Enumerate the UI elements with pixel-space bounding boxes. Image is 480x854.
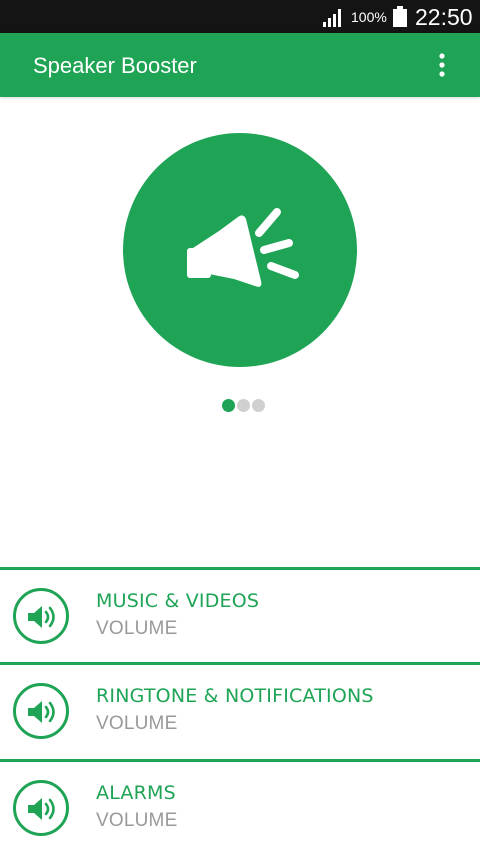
speaker-icon-button[interactable] <box>13 780 69 836</box>
megaphone-icon <box>187 208 299 287</box>
app-bar: Speaker Booster <box>0 33 480 97</box>
overflow-menu-icon <box>439 53 445 77</box>
card-subtitle: VOLUME <box>96 618 178 639</box>
clock: 22:50 <box>415 4 473 30</box>
pager-dot-active[interactable] <box>222 399 235 412</box>
card-subtitle: VOLUME <box>96 810 178 831</box>
volume-card-ringtone[interactable]: RINGTONE & NOTIFICATIONS VOLUME <box>0 662 480 755</box>
pager-dot[interactable] <box>252 399 265 412</box>
signal-icon <box>323 9 341 27</box>
status-bar: 100% 22:50 <box>0 0 480 33</box>
app-title: Speaker Booster <box>33 53 197 78</box>
card-subtitle: VOLUME <box>96 713 178 734</box>
overflow-menu-button[interactable] <box>430 51 454 79</box>
pager-dot[interactable] <box>237 399 250 412</box>
card-title: ALARMS <box>96 782 176 804</box>
boost-button[interactable] <box>123 133 357 367</box>
card-title: MUSIC & VIDEOS <box>96 590 260 612</box>
speaker-icon-button[interactable] <box>13 588 69 644</box>
battery-icon <box>393 6 407 27</box>
speaker-icon <box>28 701 55 723</box>
card-title: RINGTONE & NOTIFICATIONS <box>96 685 374 707</box>
speaker-icon-button[interactable] <box>13 683 69 739</box>
volume-card-music[interactable]: MUSIC & VIDEOS VOLUME <box>0 567 480 660</box>
battery-percent: 100% <box>351 9 387 25</box>
speaker-icon <box>28 798 55 820</box>
volume-card-alarms[interactable]: ALARMS VOLUME <box>0 759 480 852</box>
speaker-icon <box>28 606 55 628</box>
